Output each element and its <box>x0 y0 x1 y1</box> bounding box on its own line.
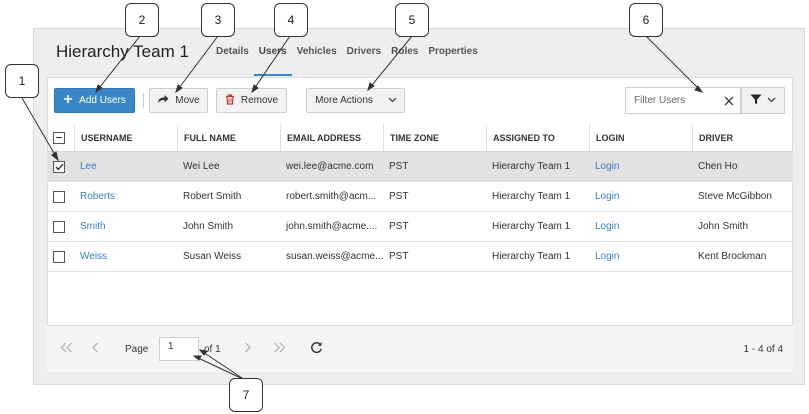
callout-lines <box>21 35 704 381</box>
callout-1: 1 <box>5 64 39 98</box>
callout-2: 2 <box>125 3 159 37</box>
callout-5: 5 <box>395 3 429 37</box>
callout-6: 6 <box>629 3 663 37</box>
callout-7: 7 <box>229 378 263 412</box>
callout-3: 3 <box>201 3 235 37</box>
callout-4: 4 <box>274 3 308 37</box>
